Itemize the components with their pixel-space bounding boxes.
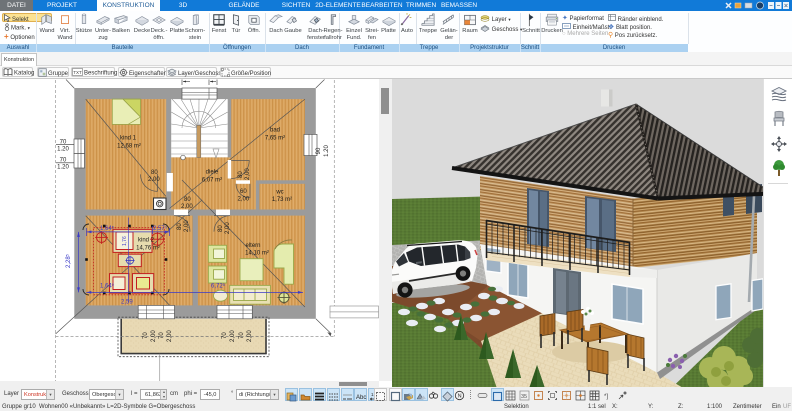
- svg-text:80: 80: [177, 223, 183, 230]
- svg-text:2,00: 2,00: [245, 168, 251, 180]
- svg-text:1,76: 1,76: [122, 236, 128, 246]
- svg-text:2,00: 2,00: [181, 204, 193, 210]
- svg-text:2,00: 2,00: [247, 330, 253, 342]
- svg-text:1.20: 1.20: [57, 165, 69, 171]
- svg-text:80: 80: [238, 171, 244, 178]
- svg-text:70: 70: [143, 332, 149, 339]
- svg-text:2,00: 2,00: [184, 220, 190, 232]
- svg-text:1,73 m²: 1,73 m²: [272, 197, 292, 203]
- svg-text:60: 60: [240, 189, 247, 195]
- svg-text:35: 35: [521, 394, 527, 400]
- svg-text:2,00: 2,00: [230, 330, 236, 342]
- svg-text:*]: *]: [604, 394, 608, 400]
- svg-text:N: N: [458, 394, 462, 400]
- svg-text:2,00: 2,00: [167, 330, 173, 342]
- svg-text:2,00: 2,00: [238, 197, 250, 203]
- svg-text:80: 80: [151, 170, 158, 176]
- svg-text:1.20: 1.20: [324, 145, 330, 157]
- svg-text:2,00: 2,00: [225, 222, 231, 234]
- svg-text:1.20: 1.20: [57, 147, 69, 153]
- svg-text:2,285: 2,285: [66, 254, 73, 268]
- svg-text:6,07 m²: 6,07 m²: [202, 178, 222, 184]
- svg-text:eltern: eltern: [245, 243, 260, 249]
- svg-text:12,68 m²: 12,68 m²: [117, 144, 141, 150]
- svg-text:diele: diele: [206, 170, 219, 176]
- svg-text:90: 90: [316, 147, 322, 154]
- svg-text:7,65 m²: 7,65 m²: [265, 136, 285, 142]
- svg-text:70: 70: [159, 332, 165, 339]
- svg-text:80: 80: [218, 225, 224, 232]
- svg-text:bad: bad: [270, 128, 280, 134]
- svg-text:80: 80: [184, 197, 191, 203]
- svg-text:70: 70: [222, 332, 228, 339]
- svg-text:Abc: Abc: [356, 395, 366, 401]
- svg-text:2,00: 2,00: [151, 330, 157, 342]
- svg-text:70: 70: [239, 332, 245, 339]
- svg-text:2,59: 2,59: [121, 300, 133, 306]
- svg-text:14,76 m²: 14,76 m²: [136, 246, 160, 252]
- svg-text:kind 1: kind 1: [120, 136, 137, 142]
- svg-text:wc: wc: [275, 190, 283, 196]
- svg-text:14,10 m²: 14,10 m²: [245, 251, 269, 257]
- svg-text:kind 2: kind 2: [138, 238, 155, 244]
- svg-text:TXT: TXT: [73, 70, 82, 75]
- svg-text:2.00: 2.00: [148, 177, 160, 183]
